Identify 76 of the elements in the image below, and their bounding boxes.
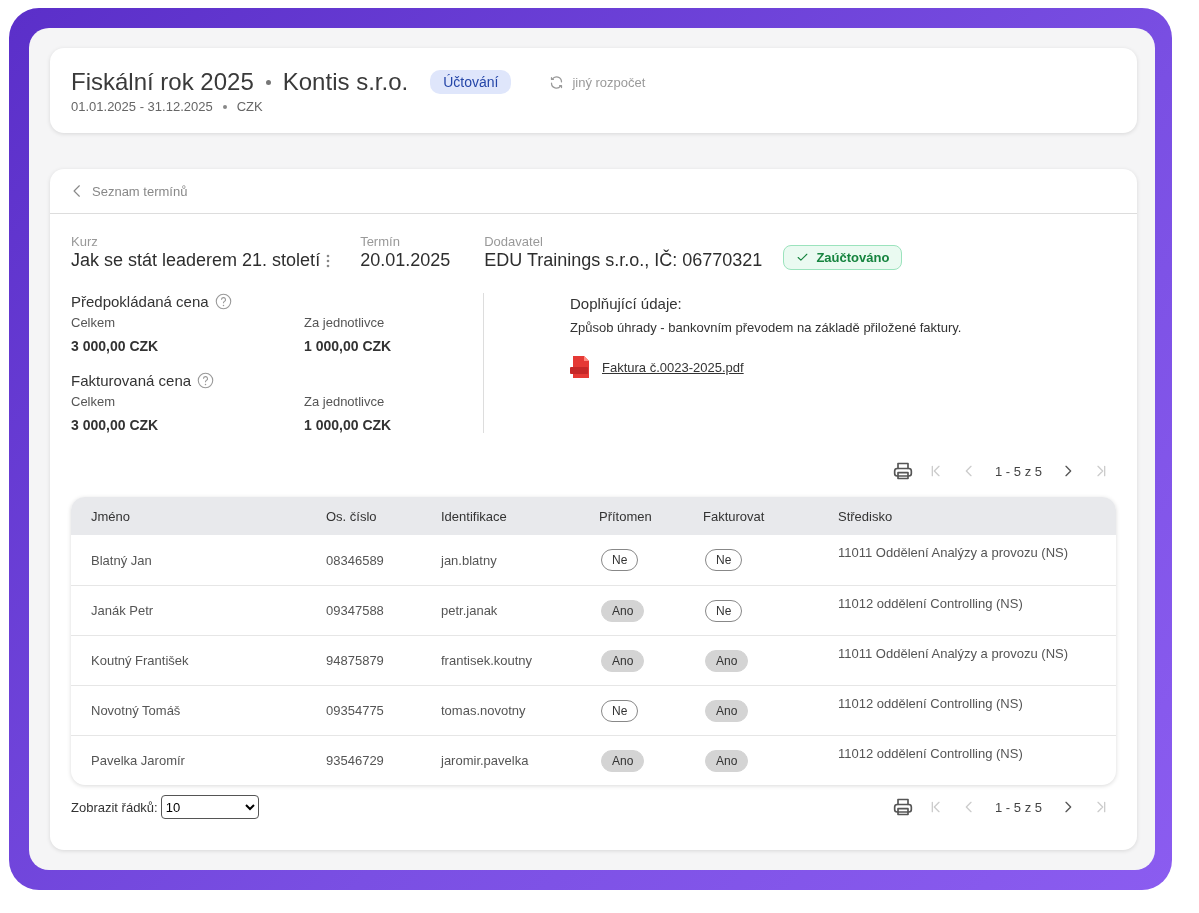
- price-value: 3 000,00 CZK: [71, 417, 160, 433]
- field-label: Dodavatel: [484, 234, 544, 249]
- table-cell-text: frantisek.koutny: [441, 653, 534, 668]
- help-icon[interactable]: [197, 372, 215, 389]
- column-header: Identifikace: [441, 508, 508, 524]
- help-icon[interactable]: [214, 293, 232, 310]
- page-range: 1 - 5 z 5: [994, 799, 1043, 815]
- invoice-tag: Ne: [705, 549, 743, 571]
- table-cell-text: 09347588: [326, 603, 385, 618]
- table-cell-text: Janák Petr: [91, 603, 155, 618]
- table-cell-text: 11011 Oddělení Analýzy a provozu (NS): [838, 544, 1070, 560]
- invoice-tag: Ne: [705, 599, 743, 622]
- table-cell-text: jaromir.pavelka: [441, 753, 530, 768]
- price-label: Celkem: [71, 315, 117, 330]
- separator-dot: [222, 104, 227, 109]
- separator-dot: [265, 79, 271, 85]
- invoice-tag: Ano: [705, 699, 749, 722]
- currency-code: CZK: [236, 99, 263, 114]
- field-label: Kurz: [71, 234, 99, 249]
- table-cell-text: Blatný Jan: [91, 552, 153, 568]
- table-cell-text: Novotný Tomáš: [91, 703, 182, 718]
- field-value: 20.01.2025: [360, 250, 451, 271]
- price-value: 1 000,00 CZK: [304, 338, 393, 354]
- table-cell-text: 11012 oddělení Controlling (NS): [838, 695, 1024, 711]
- page-title: Fiskální rok 2025: [71, 68, 254, 96]
- mode-badge: Účtování: [430, 70, 512, 94]
- page-range: 1 - 5 z 5: [994, 463, 1043, 479]
- invoice-tag: Ano: [705, 649, 749, 672]
- attendance-tag: Ne: [601, 699, 639, 722]
- pdf-file-icon: [570, 355, 592, 379]
- back-link[interactable]: Seznam termínů: [70, 182, 188, 200]
- attachment-link[interactable]: Faktura č.0023-2025.pdf: [602, 359, 744, 375]
- price-label: Celkem: [71, 394, 117, 409]
- field-label: Termín: [360, 234, 401, 249]
- rows-label: Zobrazit řádků:: [71, 799, 158, 815]
- table-cell-text: 11012 oddělení Controlling (NS): [838, 745, 1024, 761]
- table-cell-text: 11012 oddělení Controlling (NS): [838, 595, 1024, 611]
- more-icon[interactable]: [326, 253, 331, 268]
- section-title: Doplňující údaje:: [570, 295, 683, 312]
- printer-icon: [893, 797, 914, 817]
- payment-note: Způsob úhrady - bankovním převodem na základě přiložené faktury.: [570, 320, 962, 335]
- column-header: Středisko: [838, 508, 894, 524]
- column-header: Jméno: [91, 508, 132, 524]
- refresh-icon: [549, 74, 565, 90]
- table-cell-text: 93546729: [326, 753, 385, 768]
- printer-icon: [893, 461, 914, 481]
- field-value: Jak se stát leaderem 21. století: [71, 250, 321, 271]
- table-cell-text: 11011 Oddělení Analýzy a provozu (NS): [838, 645, 1070, 661]
- field-value: EDU Trainings s.r.o., IČ: 06770321: [484, 250, 763, 271]
- status-badge: Zaúčtováno: [783, 245, 903, 270]
- column-header: Os. číslo: [326, 508, 378, 524]
- table-cell-text: tomas.novotny: [441, 703, 527, 718]
- invoice-tag: Ano: [705, 749, 749, 772]
- period-range: 01.01.2025 - 31.12.2025: [71, 99, 213, 114]
- table-cell-text: jan.blatny: [441, 552, 498, 568]
- column-header: Fakturovat: [703, 508, 766, 524]
- attendance-tag: Ne: [601, 549, 639, 571]
- table-cell-text: Koutný František: [91, 653, 190, 668]
- price-label: Za jednotlivce: [304, 315, 386, 330]
- price-value: 3 000,00 CZK: [71, 338, 160, 354]
- table-cell-text: 09354775: [326, 703, 385, 718]
- table-cell-text: 08346589: [326, 552, 385, 568]
- company-name: Kontis s.r.o.: [282, 68, 409, 96]
- rows-select[interactable]: 10: [160, 795, 259, 819]
- check-icon: [796, 251, 810, 264]
- attendance-tag: Ano: [601, 649, 645, 672]
- price-label: Za jednotlivce: [304, 394, 386, 409]
- table-cell-text: 94875879: [326, 653, 385, 668]
- attendance-tag: Ano: [601, 599, 645, 622]
- section-title: Předpokládaná cena: [71, 293, 209, 310]
- attendance-tag: Ano: [601, 749, 645, 772]
- price-value: 1 000,00 CZK: [304, 417, 393, 433]
- table-cell-text: petr.janak: [441, 603, 499, 618]
- section-title: Fakturovaná cena: [71, 372, 192, 389]
- column-header: Přítomen: [599, 508, 653, 524]
- table-cell-text: Pavelka Jaromír: [91, 753, 186, 768]
